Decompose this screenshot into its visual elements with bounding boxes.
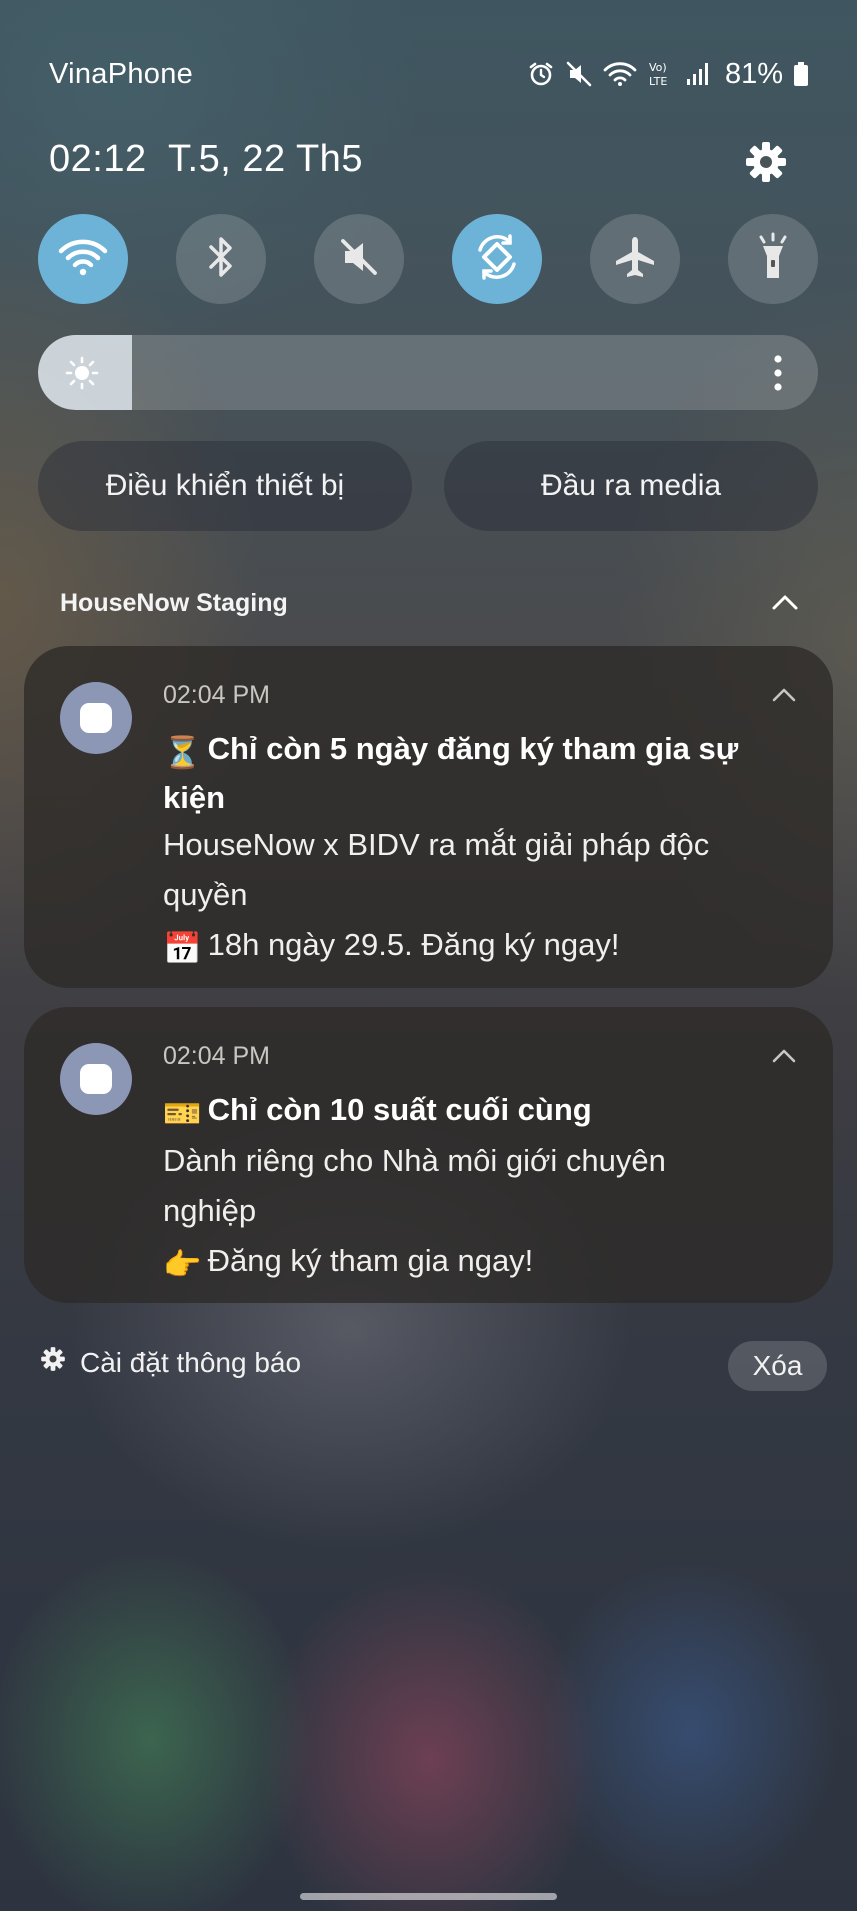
collapse-notification-button[interactable] (771, 1047, 797, 1070)
wifi-icon (603, 60, 637, 88)
gear-icon (40, 1346, 66, 1379)
notification-title: ⏳ Chỉ còn 5 ngày đăng ký tham gia sự kiện (163, 731, 739, 815)
notification-app-name: HouseNow Staging (60, 589, 288, 617)
media-output-button[interactable]: Đầu ra media (444, 441, 818, 531)
battery-percent: 81% (724, 57, 783, 90)
home-indicator[interactable] (300, 1893, 557, 1900)
toggle-sound[interactable] (314, 214, 404, 304)
notification-text: HouseNow x BIDV ra mắt giải pháp độc quy… (163, 827, 710, 912)
collapse-group-button[interactable] (770, 592, 800, 617)
svg-text:LTE: LTE (649, 75, 667, 88)
notification-settings-label: Cài đặt thông báo (80, 1346, 302, 1378)
toggle-wifi[interactable] (38, 214, 128, 304)
calendar-icon: 📅 (163, 931, 202, 966)
wifi-icon (58, 237, 108, 282)
toggle-flashlight[interactable] (728, 214, 818, 304)
chevron-up-icon (770, 595, 800, 616)
hourglass-icon: ⏳ (163, 735, 202, 770)
brightness-slider[interactable] (38, 335, 818, 410)
signal-icon (685, 61, 711, 87)
collapse-notification-button[interactable] (771, 686, 797, 709)
notification-title: 🎫 Chỉ còn 10 suất cuối cùng (163, 1087, 803, 1136)
toggle-airplane[interactable] (590, 214, 680, 304)
pointing-hand-icon: 👉 (163, 1247, 202, 1282)
status-icons: Vo) LTE 81% (527, 56, 809, 92)
date-time: 02:12 T.5, 22 Th5 (49, 138, 363, 180)
airplane-icon (612, 234, 658, 285)
toggle-bluetooth[interactable] (176, 214, 266, 304)
bluetooth-icon (206, 235, 236, 284)
flashlight-icon (753, 232, 793, 287)
toggle-auto-rotate[interactable] (452, 214, 542, 304)
mute-icon (565, 60, 593, 88)
notification-settings-link[interactable]: Cài đặt thông báo (40, 1346, 301, 1379)
app-icon (60, 682, 132, 754)
chevron-up-icon (771, 688, 797, 708)
svg-text:Vo): Vo) (649, 61, 667, 74)
gear-icon (744, 142, 788, 188)
volte-lte-icon: Vo) LTE (647, 59, 675, 89)
notification-text: Dành riêng cho Nhà môi giới chuyên nghiệ… (163, 1143, 666, 1228)
clear-button[interactable]: Xóa (728, 1341, 827, 1391)
app-icon (60, 1043, 132, 1115)
sun-icon (64, 355, 100, 396)
mute-icon (338, 236, 380, 283)
alarm-icon (527, 60, 555, 88)
notification-text-last: 👉 Đăng ký tham gia ngay! (163, 1236, 803, 1290)
notification-card[interactable]: 02:04 PM ⏳ Chỉ còn 5 ngày đăng ký tham gi… (24, 646, 833, 988)
settings-button[interactable] (744, 140, 788, 184)
ticket-icon: 🎫 (163, 1096, 202, 1131)
more-options-icon[interactable] (772, 353, 784, 398)
notification-text-last: 📅 18h ngày 29.5. Đăng ký ngay! (163, 920, 803, 974)
notification-card[interactable]: 02:04 PM 🎫 Chỉ còn 10 suất cuối cùng Dành… (24, 1007, 833, 1303)
device-control-button[interactable]: Điều khiển thiết bị (38, 441, 412, 531)
battery-icon (793, 61, 809, 87)
carrier-name: VinaPhone (49, 58, 194, 90)
chevron-up-icon (771, 1049, 797, 1069)
notification-time: 02:04 PM (163, 681, 271, 709)
notification-time: 02:04 PM (163, 1042, 271, 1070)
rotate-icon (472, 232, 522, 287)
